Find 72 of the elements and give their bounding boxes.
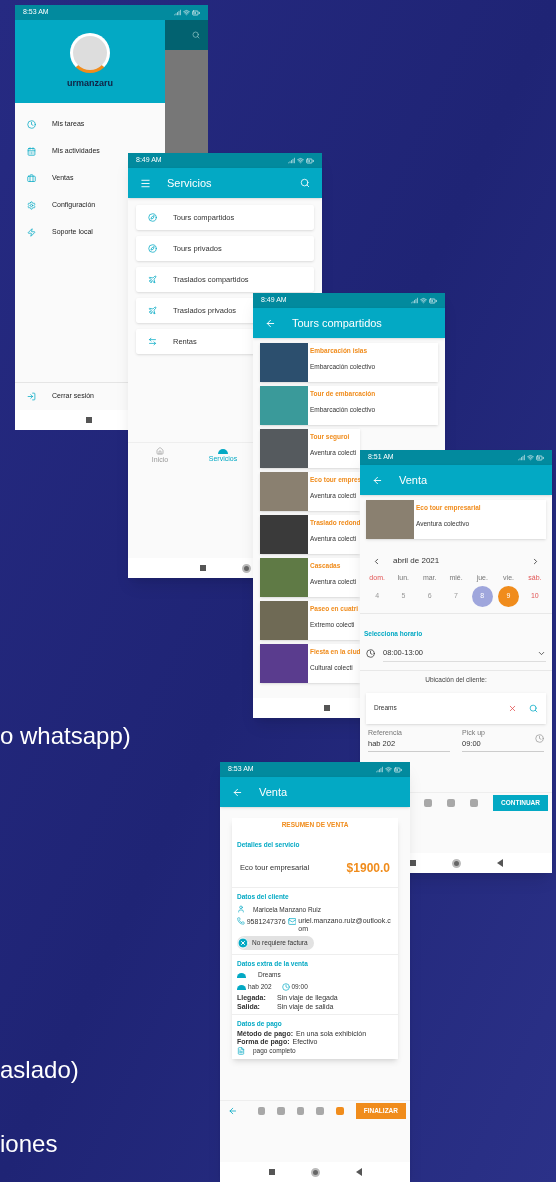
document-icon bbox=[237, 1046, 245, 1055]
wifi-icon bbox=[420, 296, 427, 304]
home-icon bbox=[156, 447, 164, 456]
app-bar-title: Servicios bbox=[167, 175, 212, 191]
square-nav-icon[interactable] bbox=[199, 565, 206, 571]
person-icon bbox=[237, 905, 245, 914]
photo-placeholder bbox=[260, 386, 308, 425]
square-nav-icon[interactable] bbox=[323, 705, 330, 711]
battery-icon bbox=[429, 296, 437, 305]
battery-icon bbox=[394, 765, 402, 774]
app-bar-title: Venta bbox=[259, 784, 288, 800]
back-icon[interactable] bbox=[372, 474, 383, 486]
photo-placeholder bbox=[260, 429, 308, 468]
signal-icon bbox=[376, 765, 383, 773]
plane-icon bbox=[148, 306, 157, 315]
next-month-icon[interactable] bbox=[531, 556, 540, 566]
search-icon bbox=[192, 31, 200, 39]
signal-icon bbox=[411, 296, 418, 304]
menu-icon[interactable] bbox=[140, 177, 151, 189]
back-icon[interactable] bbox=[232, 786, 243, 798]
cloche-icon bbox=[218, 448, 228, 454]
wifi-icon bbox=[385, 765, 392, 773]
price: $1900.0 bbox=[346, 859, 390, 877]
compass-icon bbox=[148, 213, 157, 222]
back-nav-icon[interactable] bbox=[496, 859, 503, 867]
photo-placeholder bbox=[260, 601, 308, 640]
signal-icon bbox=[174, 8, 181, 16]
photo-placeholder bbox=[260, 644, 308, 683]
clear-icon[interactable] bbox=[508, 703, 517, 713]
phone-icon bbox=[237, 917, 245, 926]
slide-text: o whatsapp) bbox=[0, 721, 131, 751]
home-nav-icon[interactable] bbox=[451, 858, 461, 868]
clock-icon bbox=[535, 733, 544, 743]
settings-icon bbox=[27, 201, 36, 210]
battery-icon bbox=[192, 8, 200, 17]
back-nav-icon[interactable] bbox=[355, 1168, 362, 1176]
username: urmanzaru bbox=[67, 76, 113, 90]
wifi-icon bbox=[183, 8, 190, 16]
calendar-icon bbox=[27, 147, 36, 156]
previous-month-icon[interactable] bbox=[372, 556, 381, 566]
briefcase-icon bbox=[27, 174, 36, 183]
battery-icon bbox=[306, 156, 314, 165]
logout-icon bbox=[27, 392, 36, 401]
swap-arrows-icon bbox=[148, 337, 157, 346]
lightning-icon bbox=[27, 228, 36, 237]
square-nav-icon[interactable] bbox=[409, 860, 416, 866]
square-nav-icon[interactable] bbox=[268, 1169, 275, 1175]
battery-icon bbox=[536, 453, 544, 462]
home-nav-icon[interactable] bbox=[310, 1167, 320, 1177]
mail-icon bbox=[287, 917, 297, 927]
back-icon[interactable] bbox=[265, 317, 276, 329]
wifi-icon bbox=[297, 156, 304, 164]
wifi-icon bbox=[527, 453, 534, 461]
slide-text: aslado) bbox=[0, 1055, 79, 1085]
photo-placeholder bbox=[366, 500, 414, 539]
photo-placeholder bbox=[260, 472, 308, 511]
clock-icon bbox=[27, 120, 36, 129]
photo-placeholder bbox=[260, 515, 308, 554]
app-bar-title: Venta bbox=[399, 472, 428, 488]
home-nav-icon[interactable] bbox=[241, 563, 251, 573]
photo-placeholder bbox=[260, 343, 308, 382]
signal-icon bbox=[518, 453, 525, 461]
signal-icon bbox=[288, 156, 295, 164]
photo-placeholder bbox=[260, 558, 308, 597]
cancel-icon bbox=[237, 936, 249, 949]
slide-text: iones bbox=[0, 1129, 58, 1159]
clock-icon bbox=[366, 649, 375, 658]
plane-icon bbox=[148, 275, 157, 284]
avatar bbox=[70, 32, 110, 73]
clock-icon bbox=[281, 983, 290, 991]
month-label: abril de 2021 bbox=[393, 555, 440, 567]
compass-icon bbox=[148, 244, 157, 253]
